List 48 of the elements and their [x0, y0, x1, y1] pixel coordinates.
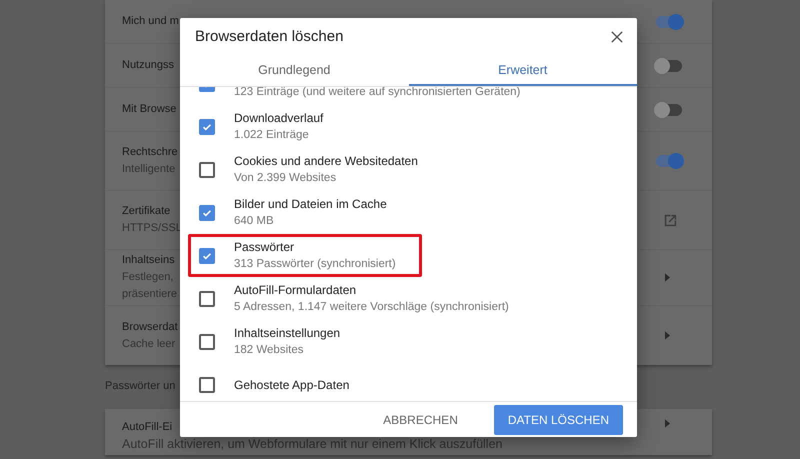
cancel-button[interactable]: ABBRECHEN — [369, 404, 472, 434]
setting-description: präsentiere — [122, 287, 178, 302]
item-detail: 123 Einträge (und weitere auf synchronisierten Geräten) — [234, 87, 520, 100]
checkbox[interactable] — [199, 334, 215, 350]
item-detail: 182 Websites — [234, 343, 304, 358]
arrow-right-icon[interactable] — [665, 331, 670, 340]
dialog-title: Browserdaten löschen — [195, 28, 344, 45]
setting-title: Mit Browse — [122, 102, 176, 117]
setting-title: Zertifikate — [122, 204, 170, 219]
setting-title: Mich und m — [122, 14, 179, 29]
tab[interactable]: Grundlegend — [180, 55, 408, 86]
toggle-switch[interactable] — [656, 60, 682, 72]
setting-description: Intelligente — [122, 162, 176, 177]
arrow-right-icon[interactable] — [665, 273, 670, 282]
arrow-right-icon[interactable] — [665, 419, 670, 428]
checkbox[interactable] — [199, 162, 215, 178]
setting-description: HTTPS/SSL — [122, 221, 182, 236]
setting-title: Browserdat — [122, 320, 178, 334]
toggle-switch[interactable] — [656, 104, 682, 116]
item-title: Cookies und andere Websitedaten — [234, 153, 418, 170]
item-detail: 640 MB — [234, 214, 275, 229]
checkbox[interactable] — [199, 290, 215, 306]
item-title: Bilder und Dateien im Cache — [234, 196, 387, 213]
checkbox[interactable] — [199, 376, 215, 392]
close-icon[interactable] — [611, 30, 623, 42]
setting-description: Festlegen, — [122, 270, 174, 285]
item-title: Downloadverlauf — [234, 110, 324, 127]
item-detail: Von 2.399 Websites — [234, 171, 338, 186]
item-title: AutoFill-Formulardaten — [234, 282, 358, 299]
setting-title: Inhaltseins — [122, 253, 175, 268]
setting-title: Nutzungss — [122, 58, 174, 73]
checkbox[interactable] — [199, 204, 215, 220]
tab[interactable]: Erweitert — [408, 55, 637, 86]
section-heading: Passwörter un — [105, 379, 176, 394]
toggle-switch[interactable] — [656, 155, 682, 167]
checkbox[interactable] — [199, 118, 215, 134]
setting-title: AutoFill-Ei — [122, 420, 172, 435]
setting-title: Rechtschre — [122, 145, 178, 160]
toggle-switch[interactable] — [656, 16, 682, 28]
item-title: Inhaltseinstellungen — [234, 325, 340, 342]
checkbox[interactable] — [199, 248, 215, 264]
external-link-icon[interactable] — [663, 212, 678, 228]
item-detail: 313 Passwörter (synchronisiert) — [234, 257, 396, 272]
item-title: Gehostete App-Daten — [234, 376, 350, 394]
item-detail: 5 Adressen, 1.147 weitere Vorschläge (synchronisiert) — [234, 300, 509, 315]
item-title: Passwörter — [234, 239, 296, 256]
item-detail: 1.022 Einträge — [234, 128, 310, 143]
delete-data-button[interactable]: DATEN LÖSCHEN — [494, 404, 623, 434]
